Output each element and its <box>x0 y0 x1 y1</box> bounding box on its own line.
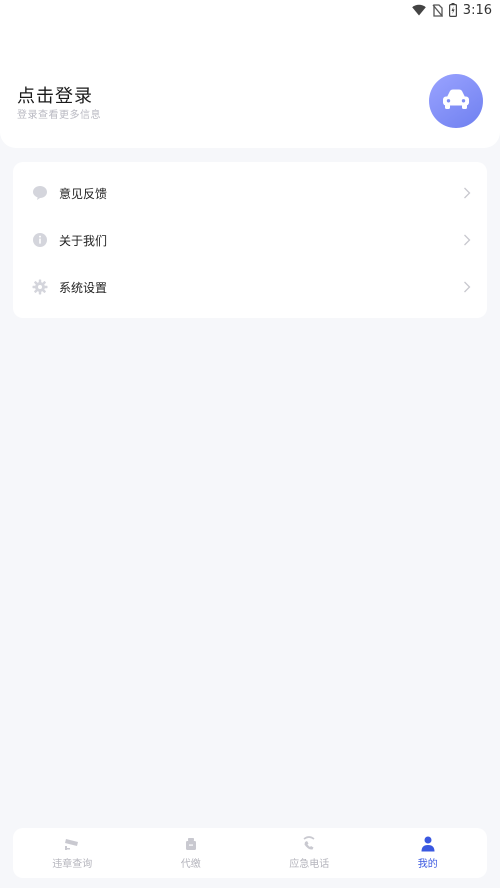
login-subtitle: 登录查看更多信息 <box>17 110 101 121</box>
header-card: 3:16 点击登录 登录查看更多信息 <box>0 0 500 148</box>
status-time: 3:16 <box>462 2 492 18</box>
no-sim-icon <box>432 3 443 17</box>
chevron-right-icon <box>463 281 471 293</box>
menu-label-feedback: 意见反馈 <box>59 186 108 201</box>
menu-label-about: 关于我们 <box>59 233 108 248</box>
phone-icon <box>301 836 317 852</box>
tab-label-mine: 我的 <box>417 859 438 870</box>
tab-label-violation-query: 违章查询 <box>52 859 93 870</box>
camera-icon <box>64 836 80 852</box>
tab-label-emergency-call: 应急电话 <box>289 859 330 870</box>
tab-label-payment: 代缴 <box>180 859 201 870</box>
screen: 3:16 点击登录 登录查看更多信息 意见反馈 关于我们 系统设置 违章查询 代… <box>0 0 500 888</box>
menu-item-settings[interactable]: 系统设置 <box>13 264 487 310</box>
login-title[interactable]: 点击登录 <box>17 82 93 108</box>
tab-emergency-call[interactable]: 应急电话 <box>250 828 369 878</box>
info-icon <box>32 232 48 248</box>
status-bar: 3:16 <box>0 0 500 20</box>
menu-item-feedback[interactable]: 意见反馈 <box>13 170 487 216</box>
avatar[interactable] <box>429 74 483 128</box>
chevron-right-icon <box>463 187 471 199</box>
tab-violation-query[interactable]: 违章查询 <box>13 828 132 878</box>
gear-icon <box>32 279 48 295</box>
user-icon <box>420 836 436 852</box>
wifi-icon <box>411 4 426 16</box>
feedback-icon <box>32 185 48 201</box>
car-icon <box>441 88 471 114</box>
wallet-icon <box>183 836 199 852</box>
battery-icon <box>448 3 457 17</box>
tab-payment[interactable]: 代缴 <box>132 828 251 878</box>
menu-label-settings: 系统设置 <box>59 280 108 295</box>
bottom-tab-bar: 违章查询 代缴 应急电话 我的 <box>13 828 487 878</box>
chevron-right-icon <box>463 234 471 246</box>
tab-mine[interactable]: 我的 <box>369 828 488 878</box>
menu-item-about[interactable]: 关于我们 <box>13 217 487 263</box>
menu-card: 意见反馈 关于我们 系统设置 <box>13 162 487 318</box>
